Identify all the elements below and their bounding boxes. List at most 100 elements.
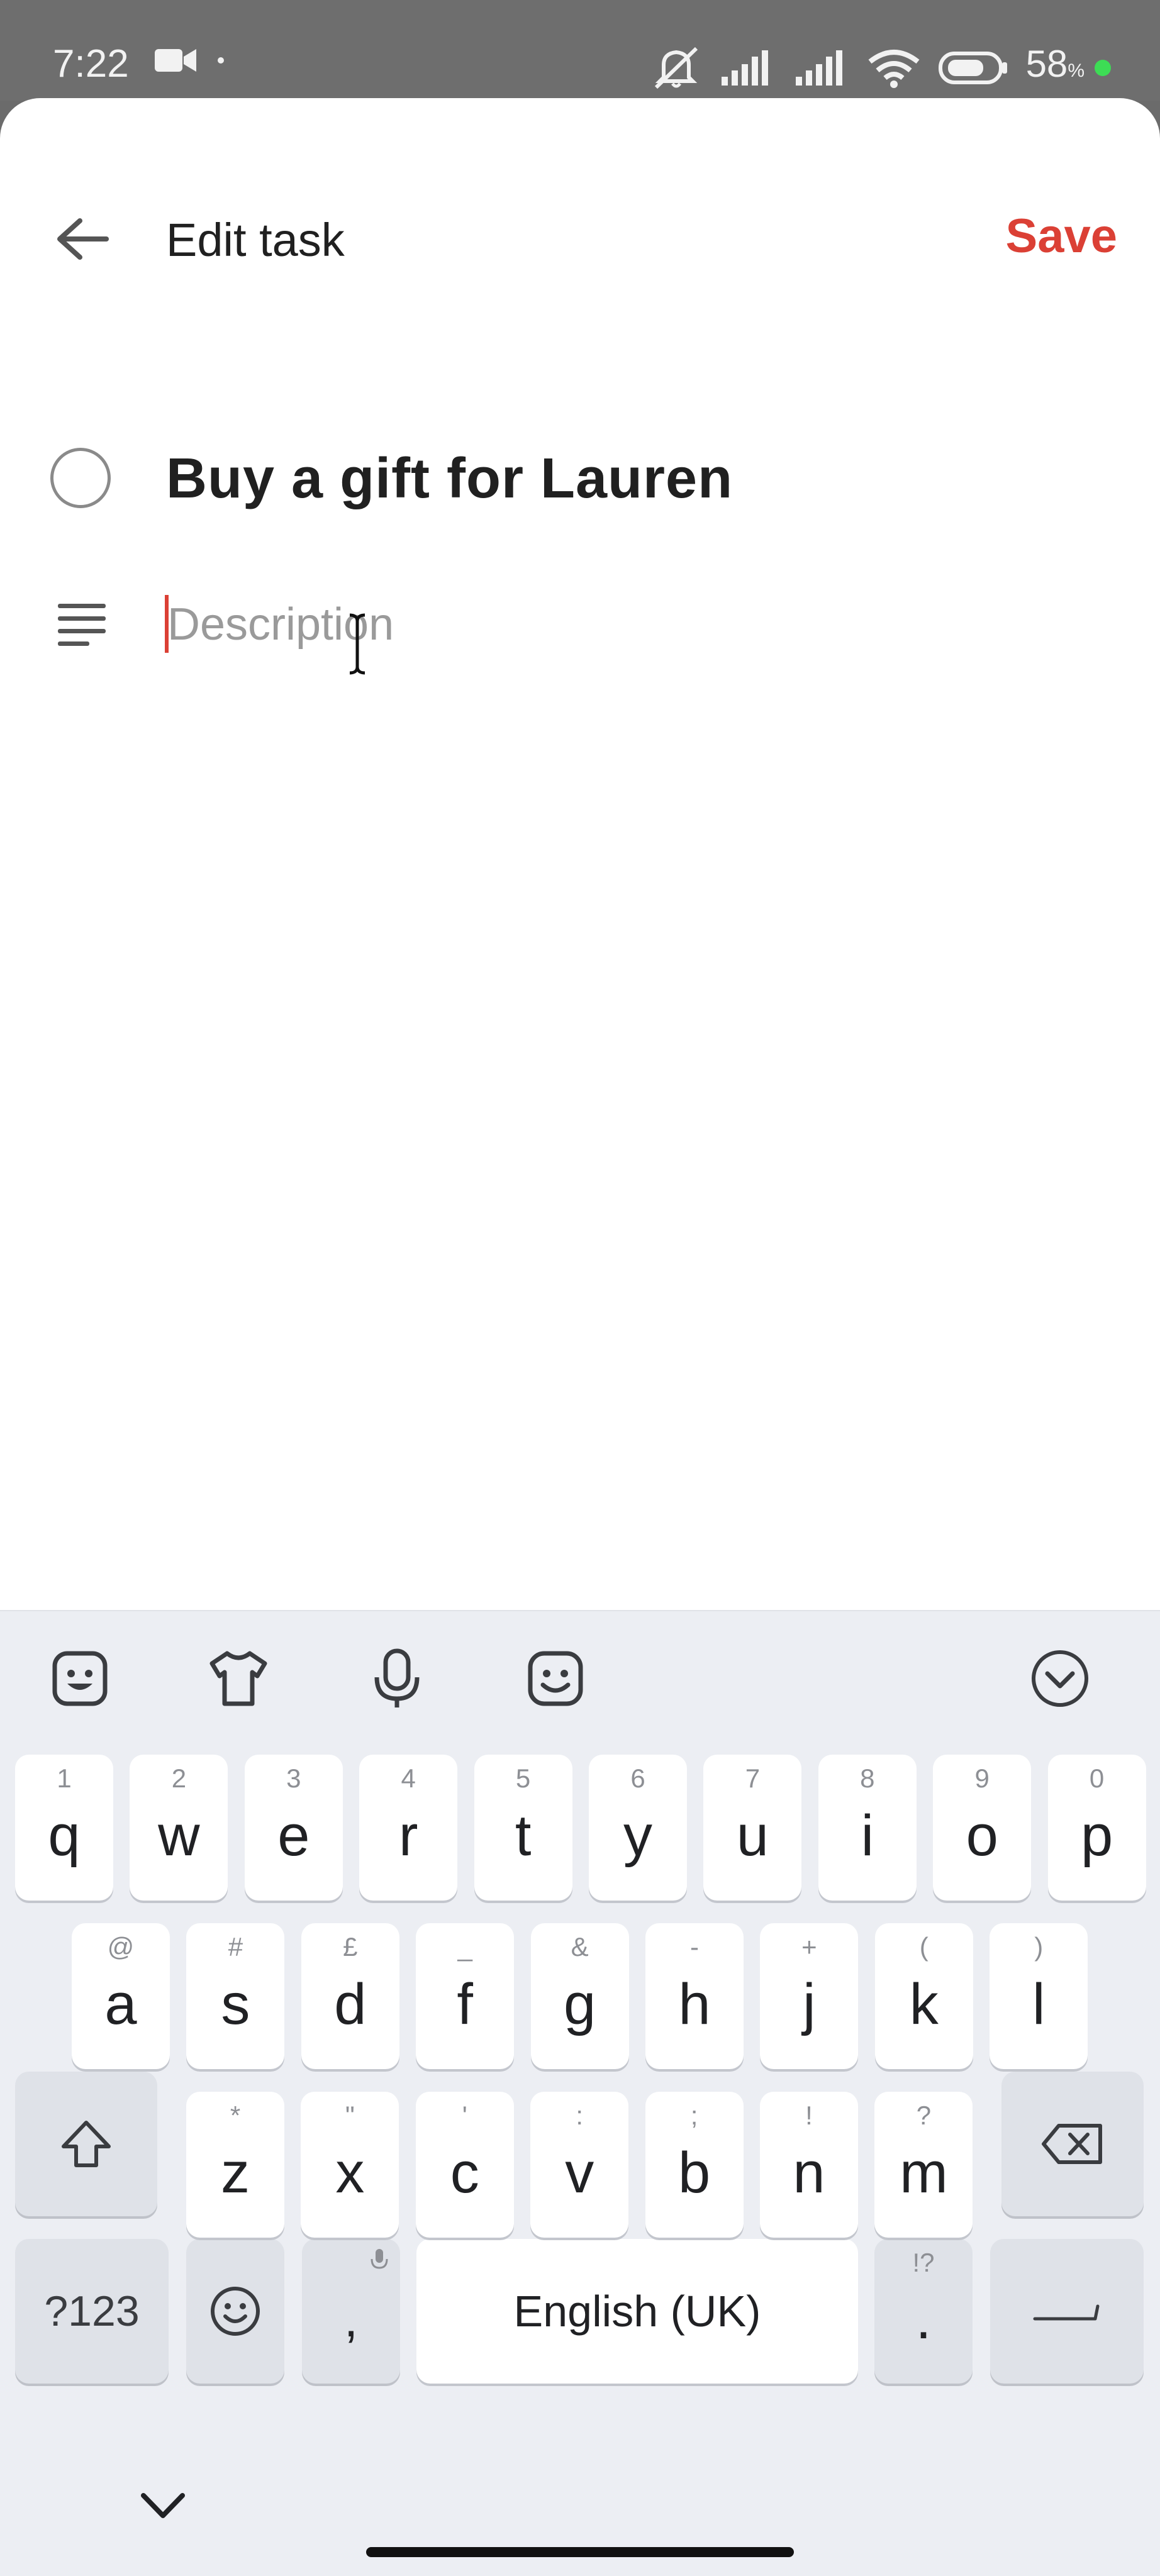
key-hint: ( xyxy=(919,1932,929,1962)
key-letter: z xyxy=(221,2141,250,2205)
key-letter: a xyxy=(104,1972,137,2036)
description-input[interactable] xyxy=(165,590,1098,659)
arrow-left-icon xyxy=(57,218,109,260)
smiley-icon xyxy=(211,2287,260,2336)
key-u[interactable]: 7u xyxy=(703,1755,802,1901)
key-letter: y xyxy=(623,1804,652,1868)
wifi-icon xyxy=(868,49,920,88)
key-c[interactable]: ' c xyxy=(415,2092,514,2238)
key-g[interactable]: & g xyxy=(530,1923,629,2069)
task-title-field[interactable]: Buy a gift for Lauren xyxy=(166,444,733,513)
task-complete-checkbox[interactable] xyxy=(50,448,111,508)
voice-input-button[interactable] xyxy=(362,1644,432,1713)
key-hint: " xyxy=(345,2101,355,2130)
key-r[interactable]: 4r xyxy=(359,1755,458,1901)
key-e[interactable]: 3e xyxy=(244,1755,343,1901)
key-letter: q xyxy=(48,1804,81,1868)
key-q[interactable]: 1q xyxy=(15,1755,113,1901)
key-letter: c xyxy=(450,2141,479,2205)
key-i[interactable]: 8i xyxy=(818,1755,917,1901)
key-y[interactable]: 6y xyxy=(589,1755,687,1901)
mic-hint-icon xyxy=(371,2249,388,2269)
key-z[interactable]: * z xyxy=(186,2092,284,2238)
key-letter: h xyxy=(678,1972,711,2036)
backspace-icon xyxy=(1042,2124,1102,2164)
edit-task-sheet: Edit task Save Buy a gift for Lauren xyxy=(0,98,1160,1610)
key-letter: k xyxy=(909,1972,939,2036)
backspace-key[interactable] xyxy=(1001,2072,1144,2216)
key-letter: m xyxy=(900,2141,948,2205)
key-letter: j xyxy=(803,1972,816,2036)
description-lines-icon xyxy=(58,604,106,646)
key-letter: p xyxy=(1081,1804,1113,1868)
nav-hide-keyboard-icon[interactable] xyxy=(135,2478,191,2534)
key-hint: 2 xyxy=(171,1763,187,1793)
enter-key[interactable] xyxy=(990,2239,1144,2384)
chevron-down-circle-icon xyxy=(1032,1650,1088,1707)
key-hint: £ xyxy=(343,1932,358,1962)
key-t[interactable]: 5t xyxy=(474,1755,572,1901)
signal-icon-2 xyxy=(795,50,842,86)
key-hint: 3 xyxy=(286,1763,301,1793)
key-hint: 5 xyxy=(515,1763,531,1793)
key-hint: 9 xyxy=(974,1763,990,1793)
key-b[interactable]: ; b xyxy=(645,2092,744,2238)
key-hint: * xyxy=(230,2101,241,2130)
key-hint: ! xyxy=(805,2101,813,2130)
signal-icon xyxy=(721,50,768,86)
key-h[interactable]: -h xyxy=(645,1923,744,2069)
on-screen-keyboard: ?123 , English (UK) !? . 1q2w3e4r5t6y7u8… xyxy=(0,1610,1160,2576)
key-hint: 8 xyxy=(860,1763,875,1793)
key-letter: e xyxy=(277,1804,310,1868)
key-hint: + xyxy=(801,1932,817,1962)
emoji-panel-button[interactable] xyxy=(521,1644,590,1713)
enter-icon xyxy=(1033,2304,1100,2321)
video-camera-icon xyxy=(155,49,196,72)
keyboard-toolbar xyxy=(0,1610,1160,1742)
home-indicator[interactable] xyxy=(366,2547,794,2557)
page-title: Edit task xyxy=(166,214,345,266)
key-letter: d xyxy=(334,1972,367,2036)
key-k[interactable]: (k xyxy=(874,1923,973,2069)
theme-button[interactable] xyxy=(204,1644,273,1713)
hide-keyboard-button[interactable] xyxy=(1025,1644,1095,1713)
key-letter: o xyxy=(966,1804,998,1868)
key-x[interactable]: " x xyxy=(301,2092,399,2238)
muted-bell-icon xyxy=(654,47,698,89)
space-key[interactable]: English (UK) xyxy=(416,2239,858,2384)
key-hint: 0 xyxy=(1089,1763,1105,1793)
text-cursor-icon xyxy=(349,613,365,675)
key-p[interactable]: 0p xyxy=(1047,1755,1146,1901)
status-bar: 7:22 58% xyxy=(0,0,1160,101)
key-hint: - xyxy=(690,1932,699,1962)
key-d[interactable]: £ d xyxy=(301,1923,399,2069)
key-m[interactable]: ? m xyxy=(874,2092,973,2238)
key-letter: g xyxy=(564,1972,596,2036)
key-o[interactable]: 9o xyxy=(933,1755,1032,1901)
sticker-button[interactable] xyxy=(45,1644,114,1713)
key-n[interactable]: ! n xyxy=(760,2092,858,2238)
key-v[interactable]: :v xyxy=(530,2092,629,2238)
privacy-indicator-dot xyxy=(1095,59,1111,76)
shirt-icon xyxy=(209,1651,267,1706)
emoji-icon xyxy=(528,1651,583,1706)
key-letter: w xyxy=(158,1804,200,1868)
key-letter: f xyxy=(457,1972,473,2036)
save-button[interactable]: Save xyxy=(1006,205,1118,268)
notification-dot-icon xyxy=(218,57,224,64)
symbols-key[interactable]: ?123 xyxy=(15,2239,169,2384)
emoji-key[interactable] xyxy=(186,2239,284,2384)
key-w[interactable]: 2w xyxy=(130,1755,228,1901)
comma-key[interactable]: , xyxy=(302,2239,400,2384)
status-time: 7:22 xyxy=(53,42,129,86)
key-s[interactable]: # s xyxy=(186,1923,285,2069)
key-j[interactable]: + j xyxy=(760,1923,859,2069)
key-f[interactable]: _ f xyxy=(416,1923,515,2069)
key-l[interactable]: ) l xyxy=(990,1923,1088,2069)
shift-key[interactable] xyxy=(15,2072,157,2216)
key-a[interactable]: @ a xyxy=(72,1923,170,2069)
period-key[interactable]: !? . xyxy=(874,2239,973,2384)
back-button[interactable] xyxy=(52,209,112,269)
battery-icon xyxy=(938,51,1007,84)
key-letter: s xyxy=(221,1972,250,2036)
